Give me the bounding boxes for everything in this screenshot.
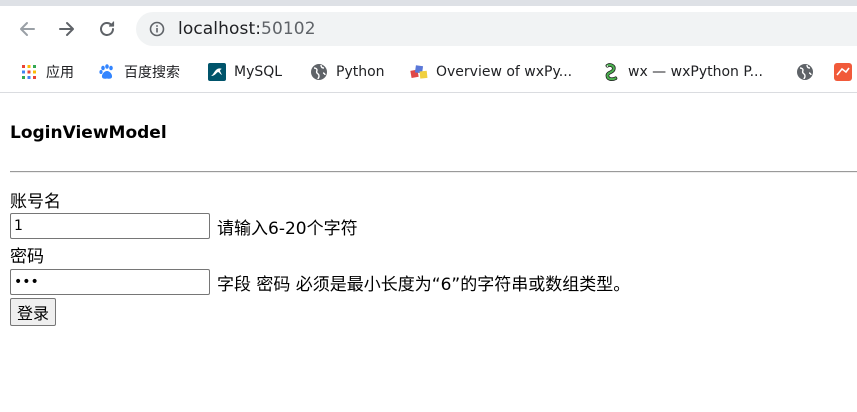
password-input[interactable] <box>10 269 210 295</box>
bookmark-python[interactable]: Python <box>310 61 385 83</box>
bookmark-label: wx — wxPython P... <box>628 64 763 80</box>
baidu-paw-icon <box>98 63 116 81</box>
wxpython-icon <box>410 63 428 81</box>
bookmark-label: 应用 <box>46 65 74 81</box>
reload-icon <box>100 21 115 36</box>
account-validation-message: 请输入6-20个字符 <box>217 218 358 239</box>
apps-grid-icon <box>20 63 38 81</box>
password-label: 密码 <box>10 247 44 267</box>
bookmark-label: Python <box>336 64 385 80</box>
bookmark-red[interactable] <box>834 61 857 83</box>
account-row: 请输入6-20个字符 <box>10 213 358 239</box>
bookmark-wx-python[interactable]: wx — wxPython P... <box>602 61 763 83</box>
info-icon[interactable] <box>148 20 166 38</box>
page-content: LoginViewModel 账号名 请输入6-20个字符 密码 字段 密码 必… <box>0 93 857 412</box>
title-divider <box>10 171 857 173</box>
arrow-left-icon <box>20 22 35 36</box>
password-row: 字段 密码 必须是最小长度为“6”的字符串或数组类型。 <box>10 269 630 295</box>
url-host: localhost: <box>178 19 262 39</box>
globe-icon <box>796 63 814 81</box>
account-label: 账号名 <box>10 192 61 212</box>
back-button[interactable] <box>15 17 39 41</box>
address-bar[interactable]: localhost:50102 <box>136 12 857 46</box>
arrow-right-icon <box>59 22 74 36</box>
reload-button[interactable] <box>95 17 119 41</box>
mysql-icon <box>208 63 226 81</box>
bookmark-globe[interactable] <box>796 61 822 83</box>
bookmark-label: MySQL <box>234 64 283 80</box>
account-input[interactable] <box>10 213 210 239</box>
password-validation-message: 字段 密码 必须是最小长度为“6”的字符串或数组类型。 <box>217 274 631 295</box>
bookmark-label: Overview of wxPy... <box>436 64 573 80</box>
snake-icon <box>602 63 620 81</box>
bookmark-baidu[interactable]: 百度搜索 <box>98 61 180 83</box>
page-title: LoginViewModel <box>10 123 167 143</box>
login-button[interactable]: 登录 <box>10 298 57 326</box>
bookmarks-bar: 应用 百度搜索 MySQL Python Overview of wxPy...… <box>0 52 857 93</box>
bookmark-label: 百度搜索 <box>124 65 180 81</box>
bookmark-wxpython-overview[interactable]: Overview of wxPy... <box>410 61 572 83</box>
red-bookmark-icon <box>834 63 852 81</box>
globe-icon <box>310 63 328 81</box>
url-text: localhost:50102 <box>178 19 316 39</box>
bookmark-apps[interactable]: 应用 <box>20 61 74 83</box>
browser-toolbar: localhost:50102 <box>0 6 857 52</box>
forward-button[interactable] <box>55 17 79 41</box>
url-port: 50102 <box>261 19 316 39</box>
bookmark-mysql[interactable]: MySQL <box>208 61 282 83</box>
